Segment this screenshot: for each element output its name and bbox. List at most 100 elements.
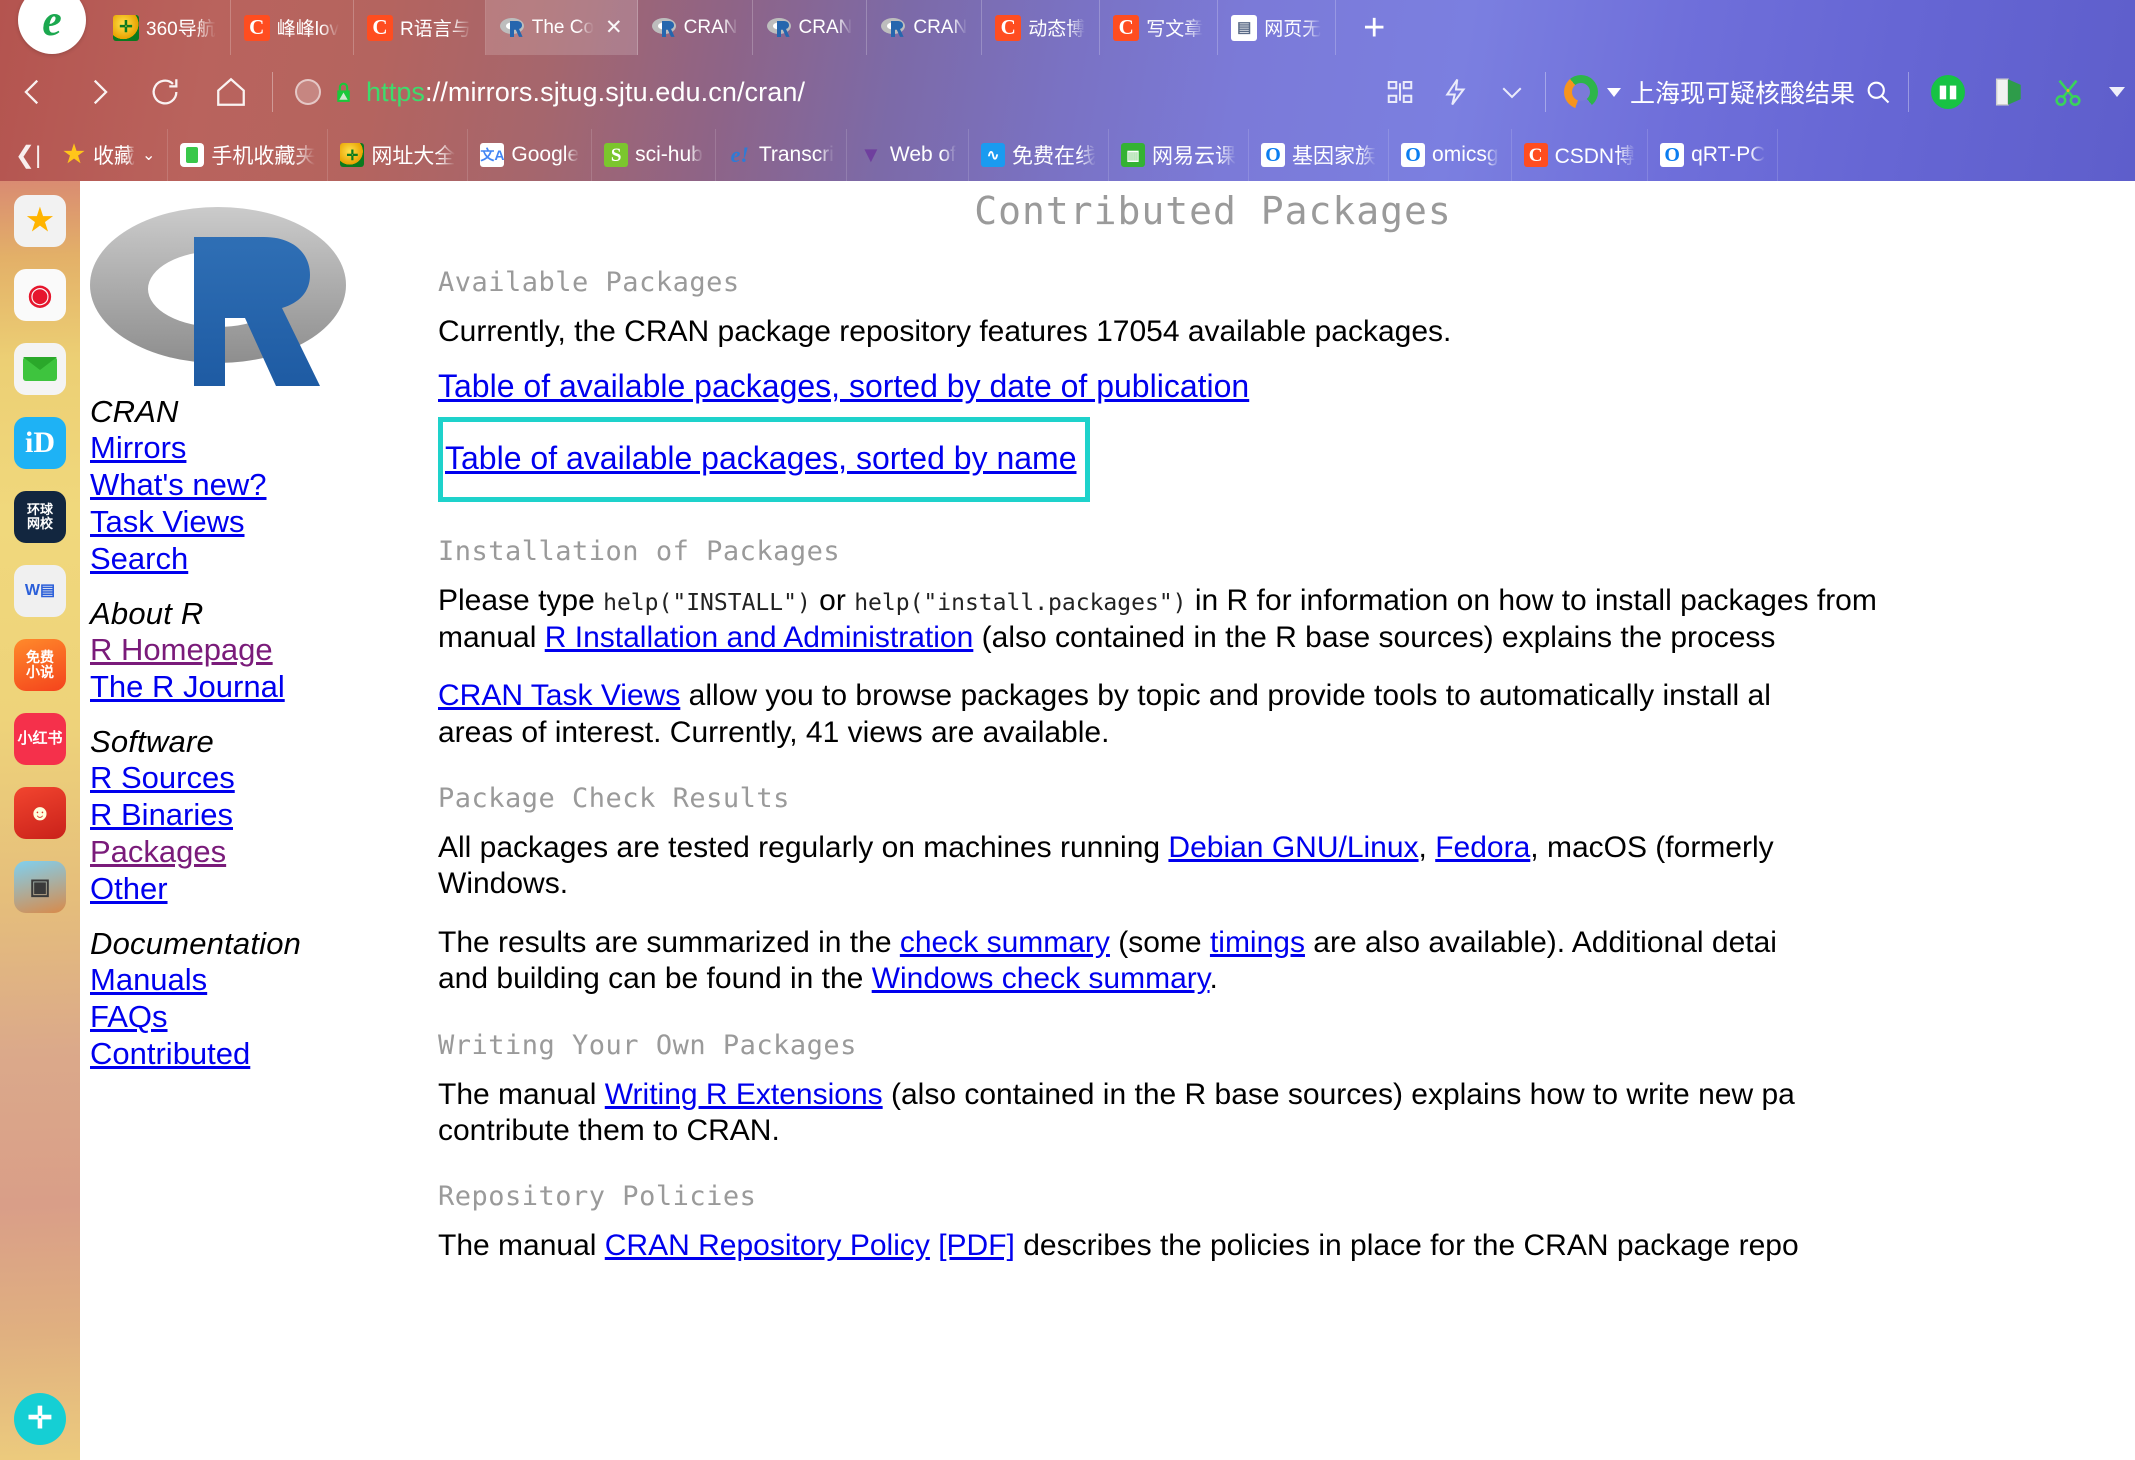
link-cran-repository-policy[interactable]: CRAN Repository Policy — [605, 1230, 930, 1262]
sidebar-item-manuals[interactable]: Manuals — [80, 964, 430, 995]
heading-available-packages: Available Packages — [438, 267, 740, 298]
check-results-paragraph-line1: All packages are tested regularly on mac… — [438, 832, 2135, 864]
text: , — [1418, 831, 1436, 864]
link-windows-check-summary[interactable]: Windows check summary — [872, 963, 1210, 995]
sidebar-item-r-homepage[interactable]: R Homepage — [80, 634, 430, 665]
sidebar-item-r-binaries[interactable]: R Binaries — [80, 799, 430, 830]
sidebar-item-whats-new[interactable]: What's new? — [80, 469, 430, 500]
sidebar-item-r-journal[interactable]: The R Journal — [80, 671, 430, 702]
google-translate-icon: 文A — [480, 143, 504, 167]
sidebar-item-packages[interactable]: Packages — [80, 836, 430, 867]
heading-writing-your-own-packages: Writing Your Own Packages — [438, 1029, 857, 1061]
close-icon[interactable]: ✕ — [605, 17, 623, 38]
tab-8[interactable]: C 写文章 — [1100, 0, 1219, 55]
sidebar-item-other[interactable]: Other — [80, 873, 430, 904]
bookmark-phone-favorites[interactable]: 手机收藏夹 — [168, 129, 329, 181]
back-arrow-icon[interactable] — [0, 55, 66, 129]
tab-9[interactable]: ▤ 网页无 — [1218, 0, 1337, 55]
bookmark-scihub[interactable]: S sci-hub — [592, 129, 716, 181]
shield-circle-icon[interactable] — [295, 79, 321, 105]
huanqiu-school-icon[interactable]: 环球 网校 — [14, 491, 66, 543]
link-writing-r-extensions[interactable]: Writing R Extensions — [605, 1079, 883, 1111]
sidebar-item-task-views[interactable]: Task Views — [80, 506, 430, 537]
tab-5[interactable]: CRAN — [753, 0, 868, 55]
tab-label: R语言与 — [400, 19, 471, 40]
bookmark-site-directory[interactable]: ✛ 网址大全 — [328, 129, 469, 181]
tab-2[interactable]: C R语言与 — [354, 0, 486, 55]
address-bar-row: https://mirrors.sjtug.sjtu.edu.cn/cran/ … — [0, 55, 2135, 129]
tab-7[interactable]: C 动态博 — [982, 0, 1101, 55]
csdn-icon: C — [243, 14, 270, 41]
bookmark-netease-class[interactable]: ▥ 网易云课 — [1109, 129, 1250, 181]
xiaohongshu-icon[interactable]: 小红书 — [14, 713, 66, 765]
lightning-icon[interactable] — [1441, 77, 1471, 107]
task-views-paragraph-line2: areas of interest. Currently, 41 views a… — [438, 716, 1110, 749]
new-tab-button[interactable]: + — [1336, 0, 1412, 55]
text — [930, 1230, 938, 1262]
bookmark-gene-family[interactable]: O 基因家族 — [1249, 129, 1390, 181]
search-query-text: 上海现可疑核酸结果 — [1629, 80, 1855, 108]
tab-4[interactable]: CRAN — [638, 0, 753, 55]
chevron-down-icon[interactable] — [2109, 87, 2125, 97]
bookmark-free-online[interactable]: ∿ 免费在线 — [969, 129, 1110, 181]
bookmark-google[interactable]: 文A Google — [468, 129, 593, 181]
link-cran-repository-policy-pdf[interactable]: [PDF] — [938, 1230, 1015, 1262]
check-summary-paragraph-line2: and building can be found in the Windows… — [438, 963, 2135, 995]
tab-3-active[interactable]: The Co ✕ — [485, 0, 638, 55]
chevron-down-icon[interactable]: ⌄ — [142, 145, 155, 165]
forward-arrow-icon[interactable] — [66, 55, 132, 129]
page-sidebar: CRAN Mirrors What's new? Task Views Sear… — [80, 396, 430, 1093]
pptv-icon[interactable]: iD — [14, 417, 66, 469]
scissors-screenshot-icon[interactable] — [2049, 73, 2087, 111]
chevron-down-icon[interactable] — [1497, 77, 1527, 107]
bookmark-qrt-pcr[interactable]: O qRT-PC — [1648, 129, 1779, 181]
mail-icon[interactable] — [14, 343, 66, 395]
favorites-star-icon[interactable]: ★ — [14, 195, 66, 247]
game-two-icon[interactable]: ▣ — [14, 861, 66, 913]
sidebar-item-faqs[interactable]: FAQs — [80, 1001, 430, 1032]
address-input[interactable]: https://mirrors.sjtug.sjtu.edu.cn/cran/ — [273, 55, 1385, 129]
add-app-icon[interactable]: ✛ — [14, 1393, 66, 1445]
link-debian-gnu-linux[interactable]: Debian GNU/Linux — [1168, 832, 1418, 864]
bookmark-label: 网易云课 — [1152, 145, 1237, 168]
sidebar-item-r-sources[interactable]: R Sources — [80, 762, 430, 793]
tab-6[interactable]: CRAN — [867, 0, 983, 55]
search-input[interactable]: 上海现可疑核酸结果 — [1546, 55, 1908, 129]
tab-1[interactable]: C 峰峰lov — [231, 0, 354, 55]
chevron-down-icon[interactable] — [1606, 87, 1621, 97]
game-one-icon[interactable]: ☻ — [14, 787, 66, 839]
so-360-search-icon[interactable] — [1563, 75, 1598, 109]
bookmark-csdn[interactable]: C CSDN博 — [1512, 129, 1649, 181]
wps-document-icon[interactable]: W▤ — [14, 565, 66, 617]
magnifier-icon[interactable] — [1864, 78, 1892, 106]
home-icon[interactable] — [198, 55, 264, 129]
green-lock-icon[interactable] — [331, 80, 356, 105]
bookmark-web-of-science[interactable]: ▼ Web of — [847, 129, 970, 181]
tab-label: CRAN — [798, 16, 853, 38]
translate-icon[interactable] — [1989, 73, 2027, 111]
sidebar-item-search[interactable]: Search — [80, 543, 430, 574]
bookmark-transcri[interactable]: e! Transcri — [716, 129, 847, 181]
bookmarks-scroll-left-icon[interactable]: ❮| — [6, 141, 50, 170]
reload-icon[interactable] — [132, 55, 198, 129]
sidebar-item-mirrors[interactable]: Mirrors — [80, 432, 430, 463]
apps-grid-icon[interactable] — [1385, 77, 1415, 107]
bookmark-favorites[interactable]: ★ 收藏 ⌄ — [50, 129, 169, 181]
link-packages-by-name[interactable]: Table of available packages, sorted by n… — [445, 442, 1077, 476]
bookmark-omicsgene[interactable]: O omicsg — [1389, 129, 1512, 181]
weibo-icon[interactable]: ◉ — [14, 269, 66, 321]
sidebar-item-contributed[interactable]: Contributed — [80, 1038, 430, 1069]
link-r-installation-admin[interactable]: R Installation and Administration — [545, 622, 974, 654]
heading-repository-policies: Repository Policies — [438, 1181, 757, 1213]
book-icon[interactable] — [1929, 73, 1967, 111]
link-row-by-date: Table of available packages, sorted by d… — [438, 370, 2135, 405]
link-check-summary[interactable]: check summary — [900, 927, 1110, 959]
tab-label: The Co — [531, 16, 595, 38]
link-cran-task-views[interactable]: CRAN Task Views — [438, 680, 680, 712]
sidebar-heading: About R — [90, 596, 204, 631]
tab-0[interactable]: ✛ 360导航 — [100, 0, 231, 55]
link-timings[interactable]: timings — [1210, 927, 1305, 959]
free-novel-icon[interactable]: 免费 小说 — [14, 639, 66, 691]
link-packages-by-date[interactable]: Table of available packages, sorted by d… — [438, 370, 1249, 404]
link-fedora[interactable]: Fedora — [1435, 832, 1530, 864]
